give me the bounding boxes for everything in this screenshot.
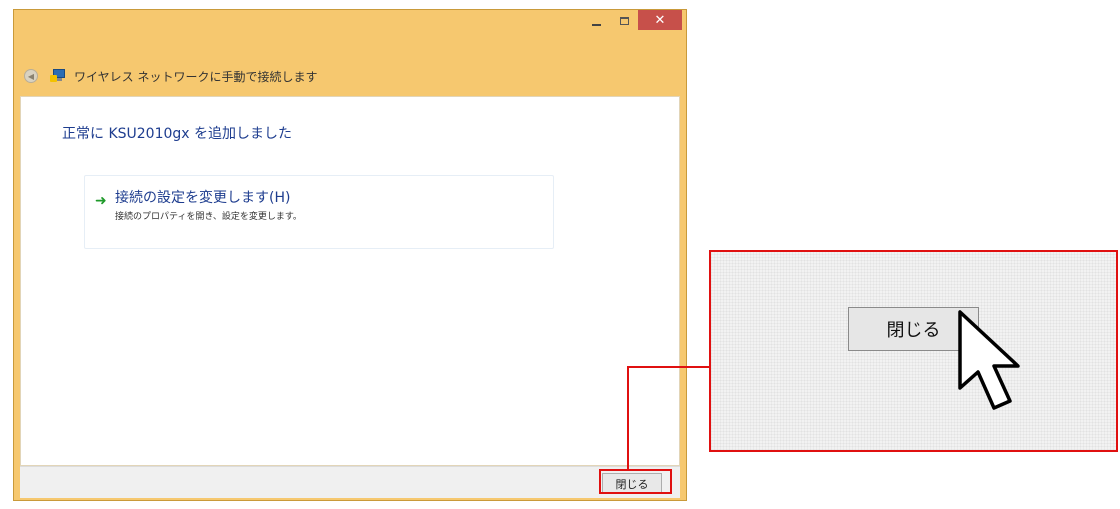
window-controls: ✕ <box>582 10 682 36</box>
minimize-icon <box>591 24 601 26</box>
green-arrow-icon: ➜ <box>95 193 107 209</box>
dialog-title: ワイヤレス ネットワークに手動で接続します <box>74 69 318 84</box>
dialog-window: ✕ ◀ ワイヤレス ネットワークに手動で接続します 正常に KSU2010gx … <box>13 9 687 501</box>
option-description: 接続のプロパティを開き、設定を変更します。 <box>115 212 302 222</box>
mouse-pointer-icon <box>958 310 1020 410</box>
close-icon: ✕ <box>654 12 666 28</box>
option-title: 接続の設定を変更します(H) <box>115 190 291 206</box>
back-arrow-icon: ◀ <box>27 71 35 81</box>
window-close-button[interactable]: ✕ <box>638 10 682 30</box>
zoom-callout: 閉じる <box>709 250 1118 452</box>
dialog-header: ◀ ワイヤレス ネットワークに手動で接続します <box>14 56 686 96</box>
maximize-button[interactable] <box>610 10 638 32</box>
back-button[interactable]: ◀ <box>24 69 38 83</box>
success-heading: 正常に KSU2010gx を追加しました <box>62 126 293 142</box>
change-settings-option[interactable]: ➜ 接続の設定を変更します(H) 接続のプロパティを開き、設定を変更します。 <box>84 175 554 249</box>
content-panel: 正常に KSU2010gx を追加しました ➜ 接続の設定を変更します(H) 接… <box>20 96 680 466</box>
network-icon <box>50 68 68 84</box>
callout-connector-vertical <box>627 366 629 470</box>
maximize-icon <box>619 17 629 25</box>
callout-connector-horizontal <box>627 366 711 368</box>
minimize-button[interactable] <box>582 10 610 32</box>
close-button-highlight <box>599 469 672 494</box>
dialog-footer: 閉じる <box>20 466 680 498</box>
